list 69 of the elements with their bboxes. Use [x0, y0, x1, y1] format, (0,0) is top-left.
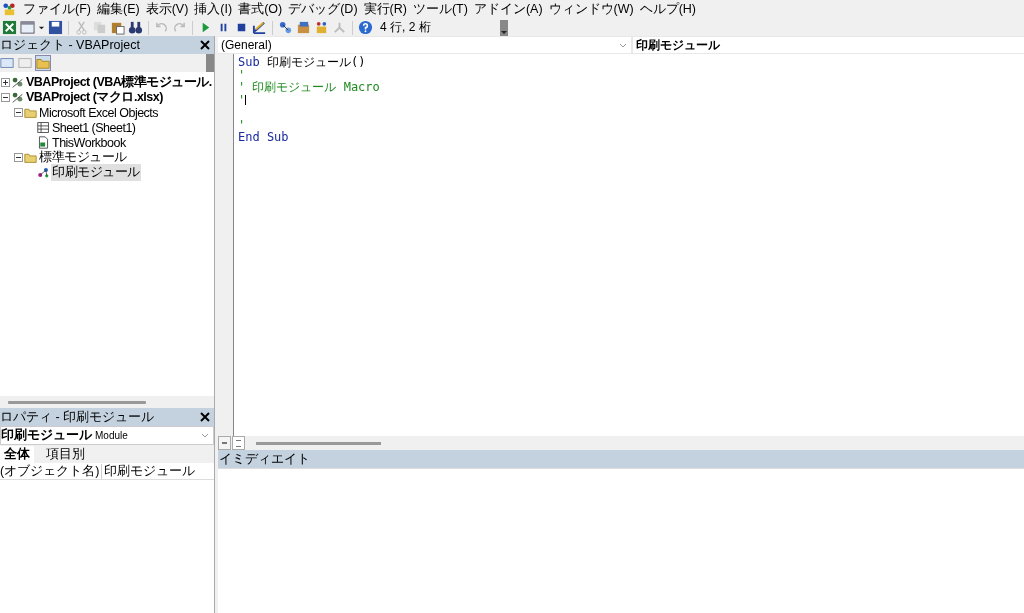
scrollbar-thumb[interactable]	[256, 441, 381, 445]
menu-item[interactable]: デバッグ(D)	[288, 1, 358, 18]
design-mode-icon[interactable]	[252, 20, 267, 35]
toolbar-options-icon[interactable]	[500, 20, 508, 36]
folder-icon	[24, 151, 37, 164]
property-name: (オブジェクト名)	[0, 463, 101, 479]
code-token: End Sub	[238, 130, 289, 144]
save-icon[interactable]	[48, 20, 63, 35]
project-icon	[11, 76, 24, 89]
paste-icon[interactable]	[110, 20, 125, 35]
close-icon[interactable]	[200, 412, 210, 422]
scrollbar-thumb[interactable]	[8, 400, 146, 404]
procedure-dropdown[interactable]: 印刷モジュール	[633, 37, 1024, 53]
help-icon[interactable]	[358, 20, 373, 35]
object-dropdown[interactable]: 印刷モジュール Module	[0, 426, 214, 445]
expander-box[interactable]	[1, 93, 10, 102]
menu-item[interactable]: ファイル(F)	[23, 1, 91, 18]
spreadsheet-icon[interactable]	[2, 20, 17, 35]
code-token: Sub	[238, 55, 260, 69]
module-view-button[interactable]	[232, 436, 245, 450]
project-explorer-icon[interactable]	[278, 20, 293, 35]
view-code-icon[interactable]	[0, 56, 14, 70]
menu-item[interactable]: 書式(O)	[238, 1, 283, 18]
text-cursor	[245, 95, 247, 105]
menu-item[interactable]: 編集(E)	[96, 1, 140, 18]
properties-tab[interactable]: 全体	[0, 446, 34, 463]
menu-item[interactable]: ウィンドウ(W)	[548, 1, 634, 18]
menu-item[interactable]: ツール(T)	[412, 1, 468, 18]
app-logo-icon	[2, 2, 17, 17]
tree-item-label[interactable]: Sheet1 (Sheet1)	[51, 120, 137, 135]
procedure-view-button[interactable]	[218, 436, 231, 450]
cursor-position: 4 行, 2 桁	[380, 19, 431, 36]
code-token: ' 印刷モジュール Macro	[238, 80, 380, 94]
menu-item[interactable]: 実行(R)	[363, 1, 407, 18]
code-token: 印刷モジュール()	[265, 55, 366, 69]
pane-title: イミディエイト	[219, 450, 310, 468]
menu-item[interactable]: 表示(V)	[145, 1, 189, 18]
pane-title: ロパティ - 印刷モジュール	[0, 408, 155, 426]
object-dropdown[interactable]: (General)	[218, 37, 631, 53]
folder-icon	[24, 106, 37, 119]
code-token: '	[238, 92, 246, 107]
tree-item-label[interactable]: VBAProject (マクロ.xlsx)	[25, 89, 164, 106]
expander-box[interactable]	[14, 108, 23, 117]
scrollbar-thumb[interactable]	[206, 54, 214, 72]
tree-item-label[interactable]: VBAProject (VBA標準モジュール.	[25, 74, 213, 91]
object-browser-icon[interactable]	[314, 20, 329, 35]
tree-item-label[interactable]: 標準モジュール	[38, 149, 128, 166]
workbook-icon	[37, 136, 50, 149]
project-icon	[11, 91, 24, 104]
property-value[interactable]: 印刷モジュール	[101, 463, 196, 479]
properties-icon[interactable]	[296, 20, 311, 35]
close-icon[interactable]	[200, 40, 210, 50]
menu-item[interactable]: アドイン(A)	[473, 1, 543, 18]
module-icon	[37, 166, 50, 179]
code-token: '	[238, 67, 246, 82]
menu-item[interactable]: ヘルプ(H)	[639, 1, 697, 18]
tree-item-label[interactable]: Microsoft Excel Objects	[38, 105, 160, 120]
menu-item[interactable]: 挿入(I)	[194, 1, 233, 18]
expander-box[interactable]	[14, 153, 23, 162]
binoculars-icon[interactable]	[128, 20, 143, 35]
properties-tab[interactable]: 項目別	[42, 446, 89, 463]
expander-box[interactable]	[1, 78, 10, 87]
chevron-down-icon	[619, 41, 627, 49]
pane-title: ロジェクト - VBAProject	[0, 36, 141, 54]
chevron-down-icon	[201, 431, 209, 439]
tree-item-label[interactable]: 印刷モジュール	[51, 164, 141, 181]
tree-item-label[interactable]: ThisWorkbook	[51, 135, 127, 150]
code-token: '	[238, 117, 246, 132]
sheet-icon	[37, 121, 50, 134]
